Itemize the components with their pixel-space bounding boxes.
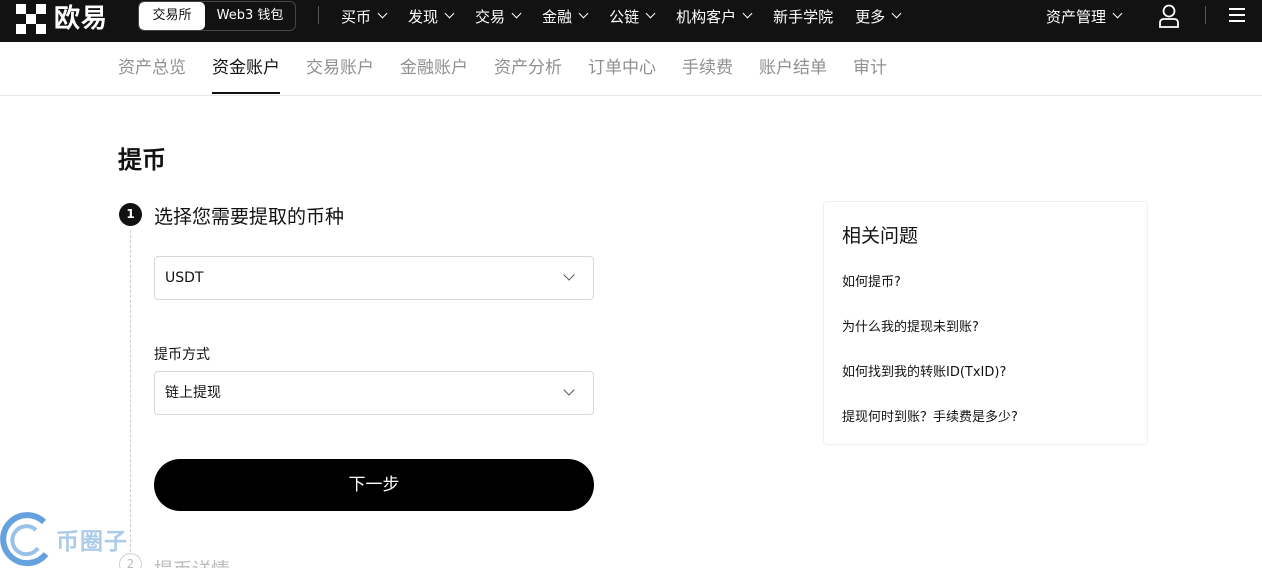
coin-select-value: USDT [165, 270, 204, 286]
coin-select[interactable]: USDT [154, 256, 594, 300]
asset-management-label: 资产管理 [1046, 7, 1107, 26]
tab-asset-analysis[interactable]: 资产分析 [494, 56, 562, 96]
user-icon[interactable] [1158, 4, 1180, 28]
withdraw-method-select[interactable]: 链上提现 [154, 371, 594, 415]
nav-item-finance[interactable]: 金融 [542, 6, 589, 27]
nav-item-label: 新手学院 [773, 7, 834, 26]
tab-account-statement[interactable]: 账户结单 [759, 56, 827, 96]
nav-item-trade[interactable]: 交易 [475, 6, 522, 27]
watermark-logo-icon [0, 512, 49, 567]
step-1-badge: 1 [119, 203, 142, 226]
nav-item-buy-crypto[interactable]: 买币 [341, 6, 388, 27]
tab-finance-account[interactable]: 金融账户 [400, 56, 468, 96]
logo-mark-icon [16, 4, 46, 34]
withdraw-method-value: 链上提现 [165, 385, 221, 401]
tab-funding-account[interactable]: 资金账户 [212, 56, 280, 96]
main-nav: 买币 发现 交易 金融 公链 机构客户 新手学院 更多 [341, 0, 922, 32]
nav-item-institutional[interactable]: 机构客户 [676, 6, 753, 27]
chevron-down-icon [511, 8, 522, 19]
faq-link-how-to-withdraw[interactable]: 如何提币? [842, 274, 901, 292]
nav-item-discover[interactable]: 发现 [408, 6, 455, 27]
asset-management-menu[interactable]: 资产管理 [1046, 0, 1123, 32]
chevron-down-icon [578, 8, 589, 19]
step-2-title: 提币详情 [154, 556, 230, 568]
chevron-down-icon [563, 269, 575, 281]
nav-item-label: 交易 [475, 7, 506, 26]
logo-text: 欧易 [54, 4, 109, 34]
step-1-title: 选择您需要提取的币种 [154, 206, 345, 228]
nav-item-label: 发现 [408, 7, 439, 26]
chevron-down-icon [563, 384, 575, 396]
nav-item-academy[interactable]: 新手学院 [773, 6, 833, 27]
account-subnav: 资产总览 资金账户 交易账户 金融账户 资产分析 订单中心 手续费 账户结单 审… [0, 42, 1262, 96]
tab-fees[interactable]: 手续费 [682, 56, 733, 96]
page-title: 提币 [118, 146, 166, 174]
tab-trading-account[interactable]: 交易账户 [306, 56, 374, 96]
related-questions-panel: 相关问题 如何提币? 为什么我的提现未到账? 如何找到我的转账ID(TxID)?… [823, 201, 1148, 445]
nav-item-label: 买币 [341, 7, 372, 26]
withdraw-method-label: 提币方式 [154, 347, 210, 363]
nav-divider [318, 6, 319, 24]
menu-divider [1205, 6, 1206, 24]
faq-link-withdrawal-not-arrived[interactable]: 为什么我的提现未到账? [842, 319, 979, 337]
tab-asset-overview[interactable]: 资产总览 [118, 56, 186, 96]
chevron-down-icon [891, 8, 902, 19]
watermark-text: 币圈子 [56, 529, 128, 555]
chevron-down-icon [742, 8, 753, 19]
okx-logo[interactable]: 欧易 [16, 3, 108, 35]
tab-order-center[interactable]: 订单中心 [588, 56, 656, 96]
nav-item-label: 机构客户 [676, 7, 737, 26]
exchange-tab[interactable]: 交易所 [139, 2, 205, 30]
faq-link-find-txid[interactable]: 如何找到我的转账ID(TxID)? [842, 364, 1006, 382]
tab-audit[interactable]: 审计 [853, 56, 887, 96]
top-navigation-bar: 欧易 交易所 Web3 钱包 买币 发现 交易 金融 公链 机构客户 新手学院 … [0, 0, 1262, 42]
nav-item-more[interactable]: 更多 [855, 6, 902, 27]
platform-switch: 交易所 Web3 钱包 [138, 1, 296, 31]
next-step-button[interactable]: 下一步 [154, 459, 594, 511]
step-connector-line [130, 230, 131, 552]
web3-wallet-tab[interactable]: Web3 钱包 [205, 2, 295, 30]
watermark: 币圈子 [0, 510, 150, 568]
related-questions-title: 相关问题 [842, 225, 919, 247]
hamburger-menu-icon[interactable] [1229, 8, 1245, 22]
nav-item-chain[interactable]: 公链 [609, 6, 656, 27]
chevron-down-icon [645, 8, 656, 19]
chevron-down-icon [377, 8, 388, 19]
chevron-down-icon [1112, 8, 1123, 19]
faq-link-arrival-time-fees[interactable]: 提现何时到账？手续费是多少? [842, 409, 1018, 427]
nav-item-label: 金融 [542, 7, 573, 26]
chevron-down-icon [444, 8, 455, 19]
nav-item-label: 更多 [855, 7, 886, 26]
nav-item-label: 公链 [609, 7, 640, 26]
